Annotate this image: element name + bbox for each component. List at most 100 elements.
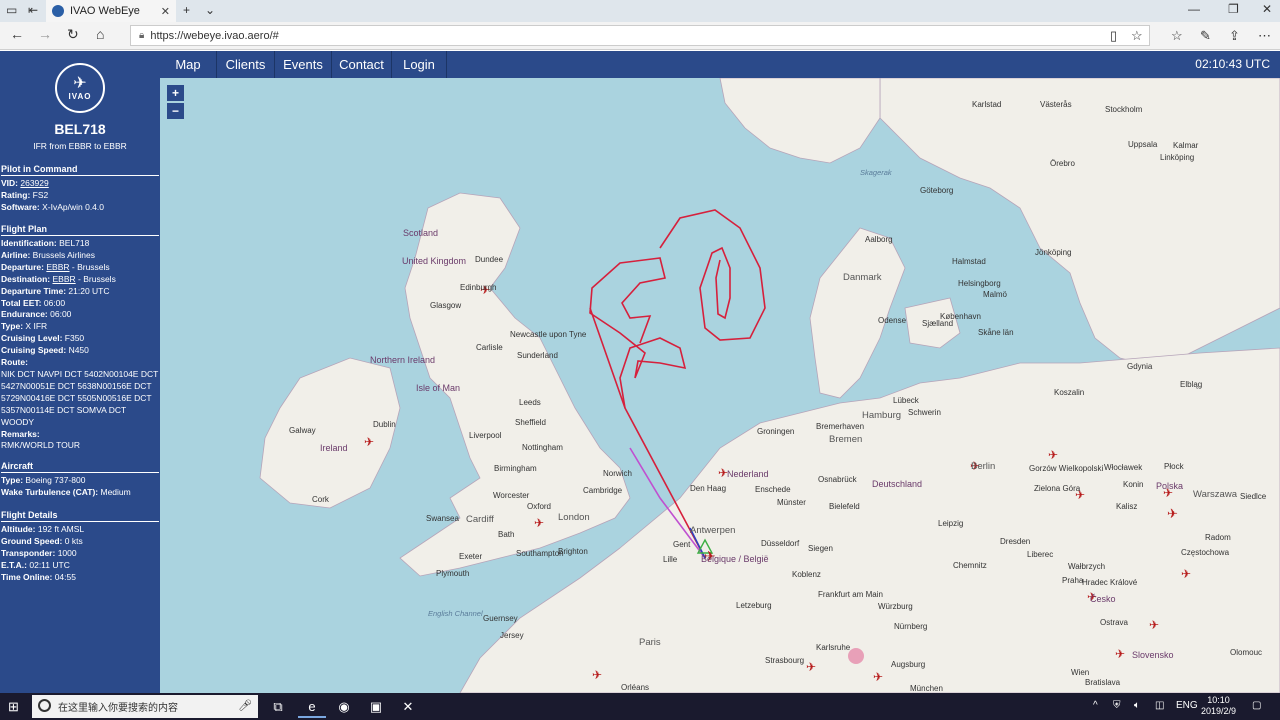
refresh-icon[interactable]: ↻ bbox=[67, 26, 79, 43]
url-text: https://webeye.ivao.aero/# bbox=[150, 29, 279, 42]
utc-clock: 02:10:43 UTC bbox=[1195, 57, 1270, 71]
map-label: Letzeburg bbox=[736, 601, 772, 610]
map-label: Guernsey bbox=[483, 614, 518, 623]
nav-map[interactable]: Map bbox=[160, 51, 217, 78]
map-canvas[interactable]: ✈ ✈ ✈ ✈ ✈ ✈ ✈ ✈ ✈ ✈ ✈ ✈ ✈ ✈ ✈ ✈ ✈ Stockh… bbox=[160, 78, 1280, 693]
x-app-icon[interactable]: ✕ bbox=[394, 696, 422, 718]
map-label: Hradec Králové bbox=[1082, 578, 1138, 587]
notification-icon[interactable]: ▢ bbox=[1252, 700, 1261, 711]
pen-icon[interactable]: ✎ bbox=[1200, 28, 1211, 44]
tray-chevron-icon[interactable]: ^ bbox=[1093, 700, 1098, 711]
pilot-section: Pilot in Command VID: 263929 Rating: FS2… bbox=[0, 164, 160, 214]
lock-icon: 🔒︎ bbox=[139, 30, 145, 41]
url-field[interactable]: 🔒︎ https://webeye.ivao.aero/# bbox=[130, 25, 1150, 46]
nav-events[interactable]: Events bbox=[275, 51, 332, 78]
departure-time-row: Departure Time: 21:20 UTC bbox=[1, 285, 110, 296]
minimize-icon[interactable]: — bbox=[1188, 2, 1200, 16]
map-label: Wien bbox=[1071, 668, 1090, 677]
aircraft-icon[interactable]: ✈ bbox=[592, 668, 602, 682]
map-label: Augsburg bbox=[891, 660, 926, 669]
aircraft-icon[interactable]: ✈ bbox=[1115, 647, 1125, 661]
system-clock[interactable]: 10:10 2019/2/9 bbox=[1201, 695, 1236, 717]
transponder-row: Transponder: 1000 bbox=[1, 547, 77, 558]
tab-list-chevron-icon[interactable]: ⌄ bbox=[205, 3, 215, 17]
map-label: Uppsala bbox=[1128, 140, 1158, 149]
aircraft-icon[interactable]: ✈ bbox=[1048, 448, 1058, 462]
map-label: Hamburg bbox=[862, 410, 902, 421]
back-arrow-icon[interactable]: ← bbox=[10, 26, 24, 42]
eet-row: Total EET: 06:00 bbox=[1, 297, 66, 308]
more-menu-icon[interactable]: ⋯ bbox=[1258, 28, 1271, 44]
app-icon[interactable]: ◉ bbox=[330, 696, 358, 718]
forward-arrow-icon[interactable]: → bbox=[38, 26, 52, 42]
map-label: Helsingborg bbox=[958, 279, 1001, 288]
aircraft-icon[interactable]: ✈ bbox=[364, 435, 374, 449]
share-icon[interactable]: ⇪ bbox=[1229, 28, 1240, 44]
map-label: Münster bbox=[777, 498, 806, 507]
favorite-star-icon[interactable]: ☆ bbox=[1131, 28, 1143, 44]
aircraft-icon[interactable]: ✈ bbox=[873, 670, 883, 684]
file-explorer-icon[interactable]: ▣ bbox=[362, 696, 390, 718]
map-label: Den Haag bbox=[690, 484, 727, 493]
map-label: Linköping bbox=[1160, 153, 1195, 162]
map-label: Orléans bbox=[621, 683, 650, 692]
map-label: Bielefeld bbox=[829, 502, 860, 511]
map-label: Jönköping bbox=[1035, 248, 1072, 257]
departure-link[interactable]: EBBR bbox=[46, 262, 69, 272]
aircraft-icon[interactable]: ✈ bbox=[1167, 506, 1178, 522]
aircraft-icon[interactable]: ✈ bbox=[1149, 618, 1159, 632]
map-label: Aalborg bbox=[865, 235, 893, 244]
tab-close-icon[interactable]: ✕ bbox=[161, 5, 170, 18]
maximize-icon[interactable]: ❐ bbox=[1228, 2, 1239, 16]
map-label: Belgique / België bbox=[701, 554, 769, 564]
identification-row: Identification: BEL718 bbox=[1, 238, 90, 248]
edge-browser-icon[interactable]: e bbox=[298, 696, 326, 718]
ivao-favicon-icon bbox=[52, 5, 64, 17]
map-label: Elbląg bbox=[1180, 380, 1203, 389]
map-label: Bremerhaven bbox=[816, 422, 865, 431]
vid-link[interactable]: 263929 bbox=[20, 178, 48, 188]
tab-actions-icon[interactable]: ▭ bbox=[6, 3, 17, 17]
map-label: Schwerin bbox=[908, 408, 941, 417]
aircraft-icon[interactable]: ✈ bbox=[534, 516, 544, 530]
map-label: Nottingham bbox=[522, 443, 563, 452]
section-title: Aircraft bbox=[1, 461, 159, 473]
volume-icon[interactable]: 🔈︎ bbox=[1134, 700, 1140, 711]
map-label: Sunderland bbox=[517, 351, 558, 360]
browser-tab[interactable]: IVAO WebEye ✕ bbox=[46, 0, 176, 22]
map-label: Siedlce bbox=[1240, 492, 1267, 501]
language-indicator[interactable]: ENG bbox=[1176, 700, 1198, 711]
task-view-icon[interactable]: ⧉ bbox=[264, 696, 292, 718]
aircraft-icon[interactable]: ✈ bbox=[1181, 567, 1191, 581]
destination-link[interactable]: EBBR bbox=[53, 274, 76, 284]
map-label: Birmingham bbox=[494, 464, 537, 473]
windows-start-icon[interactable]: ⊞ bbox=[8, 699, 19, 715]
zoom-out-button[interactable]: − bbox=[167, 103, 184, 119]
map-label: Nürnberg bbox=[894, 622, 928, 631]
security-shield-icon[interactable]: ⛨ bbox=[1113, 700, 1121, 711]
zoom-in-button[interactable]: + bbox=[167, 85, 184, 101]
map-label: Bratislava bbox=[1085, 678, 1121, 687]
new-tab-icon[interactable]: + bbox=[183, 3, 190, 17]
nav-login[interactable]: Login bbox=[392, 51, 447, 78]
close-window-icon[interactable]: ✕ bbox=[1262, 2, 1272, 16]
map-label: Leipzig bbox=[938, 519, 964, 528]
favorites-hub-icon[interactable]: ☆ bbox=[1171, 28, 1183, 44]
map-label: Liberec bbox=[1027, 550, 1054, 559]
wake-row: Wake Turbulence (CAT): Medium bbox=[1, 486, 131, 497]
nav-clients[interactable]: Clients bbox=[217, 51, 275, 78]
cruising-level-row: Cruising Level: F350 bbox=[1, 333, 85, 344]
taskbar-search-box[interactable]: 在这里输入你要搜索的内容 🎤︎ bbox=[32, 695, 258, 718]
network-icon[interactable]: ◫ bbox=[1155, 700, 1164, 711]
reading-view-icon[interactable]: ▯ bbox=[1110, 28, 1117, 44]
aircraft-icon[interactable]: ✈ bbox=[806, 660, 816, 674]
home-icon[interactable]: ⌂ bbox=[96, 26, 104, 42]
aircraft-section: Aircraft Type: Boeing 737-800 Wake Turbu… bbox=[0, 461, 160, 499]
nav-contact[interactable]: Contact bbox=[332, 51, 392, 78]
map-label: Sjælland bbox=[922, 319, 954, 328]
tab-back-icon[interactable]: ⇤ bbox=[28, 3, 38, 17]
map-label: Groningen bbox=[757, 427, 795, 436]
map-label: Siegen bbox=[808, 544, 833, 553]
microphone-icon[interactable]: 🎤︎ bbox=[238, 699, 252, 712]
endurance-row: Endurance: 06:00 bbox=[1, 309, 72, 320]
